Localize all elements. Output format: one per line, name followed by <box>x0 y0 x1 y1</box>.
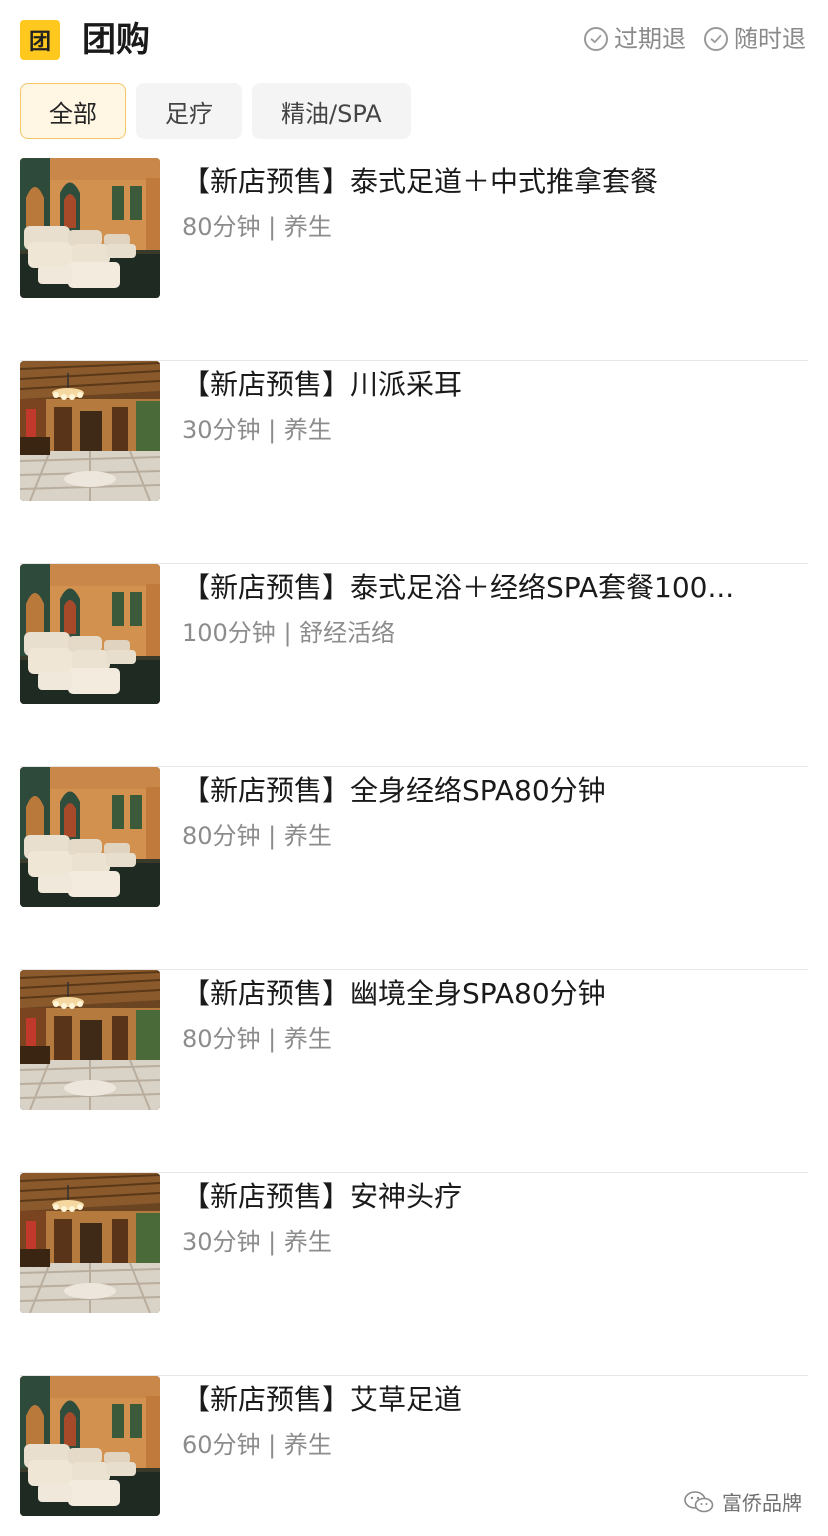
deal-meta: 80分钟 | 养生 <box>182 1022 332 1056</box>
guarantee-anytime-refund: 随时退 <box>704 22 806 56</box>
deal-title: 【新店预售】泰式足浴＋经络SPA套餐100... <box>182 571 735 604</box>
deal-title: 【新店预售】川派采耳 <box>182 368 463 401</box>
deal-tag: 养生 <box>283 822 332 850</box>
meta-separator: | <box>260 213 284 241</box>
deal-title: 【新店预售】泰式足道＋中式推拿套餐 <box>182 165 659 198</box>
deal-list: 【新店预售】泰式足道＋中式推拿套餐 80分钟 | 养生 【新店预售】川派采耳 30分钟… <box>20 158 808 1536</box>
group-buy-logo-icon: 团 <box>20 20 60 60</box>
deal-duration: 80分钟 <box>182 1025 261 1053</box>
deal-thumbnail <box>20 361 160 501</box>
deal-tag: 养生 <box>283 1025 332 1053</box>
deal-duration: 30分钟 <box>182 416 261 444</box>
header: 团 团购 过期退 随时退 <box>0 0 828 80</box>
deal-tag: 养生 <box>283 416 332 444</box>
deal-tag: 养生 <box>283 213 332 241</box>
deal-meta: 100分钟 | 舒经活络 <box>182 616 395 650</box>
deal-tag: 舒经活络 <box>299 619 396 647</box>
deal-item[interactable]: 【新店预售】泰式足浴＋经络SPA套餐100... 100分钟 | 舒经活络 <box>20 564 808 767</box>
deal-item[interactable]: 【新店预售】安神头疗 30分钟 | 养生 <box>20 1173 808 1376</box>
check-circle-icon <box>584 27 608 51</box>
deal-duration: 100分钟 <box>182 619 276 647</box>
deal-tag: 养生 <box>283 1228 332 1256</box>
deal-meta: 30分钟 | 养生 <box>182 1225 332 1259</box>
watermark: 富侨品牌 <box>684 1487 802 1516</box>
deal-item[interactable]: 【新店预售】幽境全身SPA80分钟 80分钟 | 养生 <box>20 970 808 1173</box>
deal-title: 【新店预售】幽境全身SPA80分钟 <box>182 977 606 1010</box>
watermark-text: 富侨品牌 <box>722 1491 802 1515</box>
tab-all[interactable]: 全部 <box>20 83 126 139</box>
tab-foot-therapy[interactable]: 足疗 <box>136 83 242 139</box>
deal-item[interactable]: 【新店预售】泰式足道＋中式推拿套餐 80分钟 | 养生 <box>20 158 808 361</box>
tab-oil-spa[interactable]: 精油/SPA <box>252 83 411 139</box>
deal-thumbnail <box>20 970 160 1110</box>
deal-duration: 80分钟 <box>182 822 261 850</box>
guarantee-badges: 过期退 随时退 <box>584 22 806 56</box>
deal-thumbnail <box>20 1376 160 1516</box>
section-title: 团购 <box>82 20 150 60</box>
deal-tag: 养生 <box>283 1431 332 1459</box>
meta-separator: | <box>260 1228 284 1256</box>
deal-item[interactable]: 【新店预售】川派采耳 30分钟 | 养生 <box>20 361 808 564</box>
guarantee-expired-refund: 过期退 <box>584 22 686 56</box>
meta-separator: | <box>260 822 284 850</box>
deal-title: 【新店预售】安神头疗 <box>182 1180 463 1213</box>
meta-separator: | <box>260 1025 284 1053</box>
deal-meta: 80分钟 | 养生 <box>182 819 332 853</box>
deal-thumbnail <box>20 564 160 704</box>
deal-item[interactable]: 【新店预售】全身经络SPA80分钟 80分钟 | 养生 <box>20 767 808 970</box>
deal-meta: 30分钟 | 养生 <box>182 413 332 447</box>
meta-separator: | <box>275 619 300 647</box>
deal-title: 【新店预售】全身经络SPA80分钟 <box>182 774 606 807</box>
deal-duration: 80分钟 <box>182 213 261 241</box>
meta-separator: | <box>260 416 284 444</box>
deal-meta: 80分钟 | 养生 <box>182 210 332 244</box>
deal-duration: 60分钟 <box>182 1431 261 1459</box>
check-circle-icon <box>704 27 728 51</box>
guarantee-label: 过期退 <box>614 25 686 53</box>
wechat-icon <box>684 1490 714 1512</box>
meta-separator: | <box>260 1431 284 1459</box>
deal-duration: 30分钟 <box>182 1228 261 1256</box>
deal-thumbnail <box>20 158 160 298</box>
deal-thumbnail <box>20 1173 160 1313</box>
deal-thumbnail <box>20 767 160 907</box>
deal-meta: 60分钟 | 养生 <box>182 1428 332 1462</box>
logo-char: 团 <box>28 30 51 55</box>
deal-title: 【新店预售】艾草足道 <box>182 1383 463 1416</box>
category-tabs: 全部 足疗 精油/SPA <box>20 83 411 139</box>
guarantee-label: 随时退 <box>734 25 806 53</box>
